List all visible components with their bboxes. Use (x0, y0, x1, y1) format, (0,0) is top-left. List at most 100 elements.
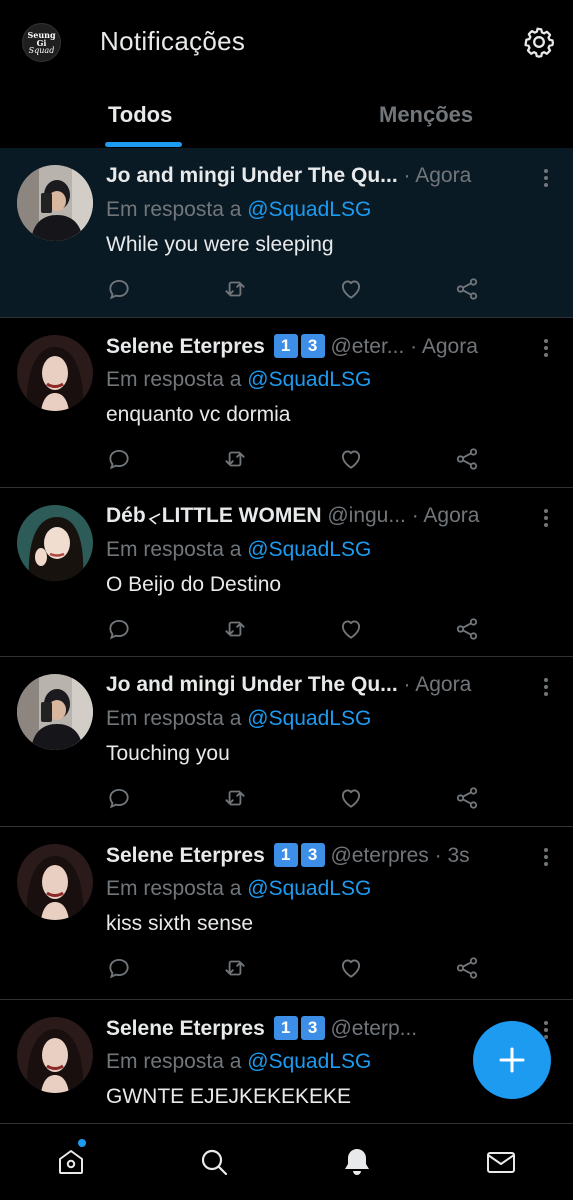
like-icon[interactable] (338, 616, 364, 642)
user-avatar[interactable] (17, 505, 93, 581)
tweet-actions (106, 785, 486, 813)
mail-icon[interactable] (485, 1146, 517, 1178)
share-icon[interactable] (454, 616, 480, 642)
tweet-text: While you were sleeping (106, 233, 334, 256)
like-icon[interactable] (338, 785, 364, 811)
timestamp: Agora (415, 164, 472, 187)
separator-dot: · (403, 673, 411, 696)
reply-context: Em resposta a @SquadLSG (106, 877, 371, 901)
notification-header: Jo and mingi Under The Qu... · Agora (106, 164, 529, 192)
user-avatar[interactable] (17, 674, 93, 750)
user-avatar[interactable] (17, 335, 93, 411)
timestamp: Agora (421, 335, 478, 358)
number-badge: 1 (273, 843, 298, 867)
user-avatar[interactable] (17, 844, 93, 920)
tweet-text: kiss sixth sense (106, 912, 254, 935)
tweet-actions (106, 955, 486, 983)
page-title: Notificações (100, 26, 246, 56)
user-name[interactable]: Selene Eterpres (106, 335, 265, 358)
user-handle: @eterpres (330, 844, 429, 867)
tweet-actions (106, 276, 486, 304)
user-avatar[interactable] (17, 1017, 93, 1093)
number-badge: 3 (300, 1016, 325, 1040)
reply-context: Em resposta a @SquadLSG (106, 198, 371, 222)
separator-dot: · (403, 164, 411, 187)
timestamp: Agora (423, 504, 480, 527)
user-handle: @eterp... (330, 1017, 418, 1040)
share-icon[interactable] (454, 276, 480, 302)
bottom-navigation (0, 1123, 573, 1200)
more-options-icon[interactable] (543, 847, 549, 867)
user-avatar[interactable] (17, 165, 93, 241)
like-icon[interactable] (338, 955, 364, 981)
more-options-icon[interactable] (543, 677, 549, 697)
like-icon[interactable] (338, 276, 364, 302)
profile-avatar[interactable]: Seung Gi Squad (22, 23, 61, 62)
mention-link[interactable]: @SquadLSG (247, 368, 371, 391)
home-icon[interactable] (55, 1146, 87, 1178)
tweet-actions (106, 446, 486, 474)
retweet-icon[interactable] (222, 785, 248, 811)
tweet-text: enquanto vc dormia (106, 403, 291, 426)
reply-prefix: Em resposta a (106, 1050, 242, 1073)
mention-link[interactable]: @SquadLSG (247, 707, 371, 730)
tweet-text: Touching you (106, 742, 230, 765)
reply-prefix: Em resposta a (106, 198, 242, 221)
reply-context: Em resposta a @SquadLSG (106, 538, 371, 562)
notification-tabs: Todos Menções (0, 88, 573, 148)
search-icon[interactable] (198, 1146, 230, 1178)
notification-item[interactable]: Jo and mingi Under The Qu... · Agora Em … (0, 148, 573, 318)
retweet-icon[interactable] (222, 446, 248, 472)
user-name-suffix[interactable]: LITTLE WOMEN (162, 504, 322, 527)
reply-icon[interactable] (106, 955, 132, 981)
like-icon[interactable] (338, 446, 364, 472)
retweet-icon[interactable] (222, 616, 248, 642)
share-icon[interactable] (454, 446, 480, 472)
more-options-icon[interactable] (543, 168, 549, 188)
reply-prefix: Em resposta a (106, 538, 242, 561)
user-name[interactable]: Jo and mingi Under The Qu... (106, 673, 398, 696)
timestamp: 3s (447, 844, 470, 867)
reply-icon[interactable] (106, 446, 132, 472)
user-name[interactable]: Selene Eterpres (106, 1017, 265, 1040)
reply-icon[interactable] (106, 616, 132, 642)
timestamp: Agora (415, 673, 472, 696)
reply-prefix: Em resposta a (106, 368, 242, 391)
separator-dot: · (410, 335, 418, 358)
notification-item[interactable]: Selene Eterpres 13 @eter... · Agora Em r… (0, 318, 573, 488)
mention-link[interactable]: @SquadLSG (247, 1050, 371, 1073)
bell-icon[interactable] (341, 1146, 373, 1178)
notification-item[interactable]: Déb LITTLE WOMEN @ingu... · Agora Em resp… (0, 488, 573, 657)
active-tab-indicator (105, 142, 182, 147)
top-app-bar: Seung Gi Squad Notificações (0, 0, 573, 84)
notification-dot (78, 1139, 86, 1147)
notification-item[interactable]: Selene Eterpres 13 @eterpres · 3s Em res… (0, 827, 573, 1000)
tab-mencoes[interactable]: Menções (379, 102, 473, 128)
user-name[interactable]: Déb (106, 504, 146, 527)
number-badge: 3 (300, 334, 325, 358)
reply-icon[interactable] (106, 276, 132, 302)
share-icon[interactable] (454, 785, 480, 811)
avatar-subtext: Squad (28, 45, 55, 55)
reply-context: Em resposta a @SquadLSG (106, 368, 371, 392)
gear-icon[interactable] (522, 25, 556, 59)
more-options-icon[interactable] (543, 338, 549, 358)
notification-item[interactable]: Jo and mingi Under The Qu... · Agora Em … (0, 657, 573, 827)
mention-link[interactable]: @SquadLSG (247, 198, 371, 221)
plus-icon (499, 1047, 525, 1073)
tweet-text: GWNTE EJEJKEKEKEKE (106, 1085, 352, 1108)
share-icon[interactable] (454, 955, 480, 981)
mention-link[interactable]: @SquadLSG (247, 877, 371, 900)
more-options-icon[interactable] (543, 508, 549, 528)
notification-header: Selene Eterpres 13 @eterp... (106, 1016, 529, 1044)
separator-dot: · (411, 504, 419, 527)
user-name[interactable]: Jo and mingi Under The Qu... (106, 164, 398, 187)
user-name[interactable]: Selene Eterpres (106, 844, 265, 867)
retweet-icon[interactable] (222, 955, 248, 981)
tab-todos[interactable]: Todos (108, 102, 172, 128)
notification-header: Jo and mingi Under The Qu... · Agora (106, 673, 529, 701)
mention-link[interactable]: @SquadLSG (247, 538, 371, 561)
reply-icon[interactable] (106, 785, 132, 811)
compose-tweet-button[interactable] (473, 1021, 551, 1099)
retweet-icon[interactable] (222, 276, 248, 302)
